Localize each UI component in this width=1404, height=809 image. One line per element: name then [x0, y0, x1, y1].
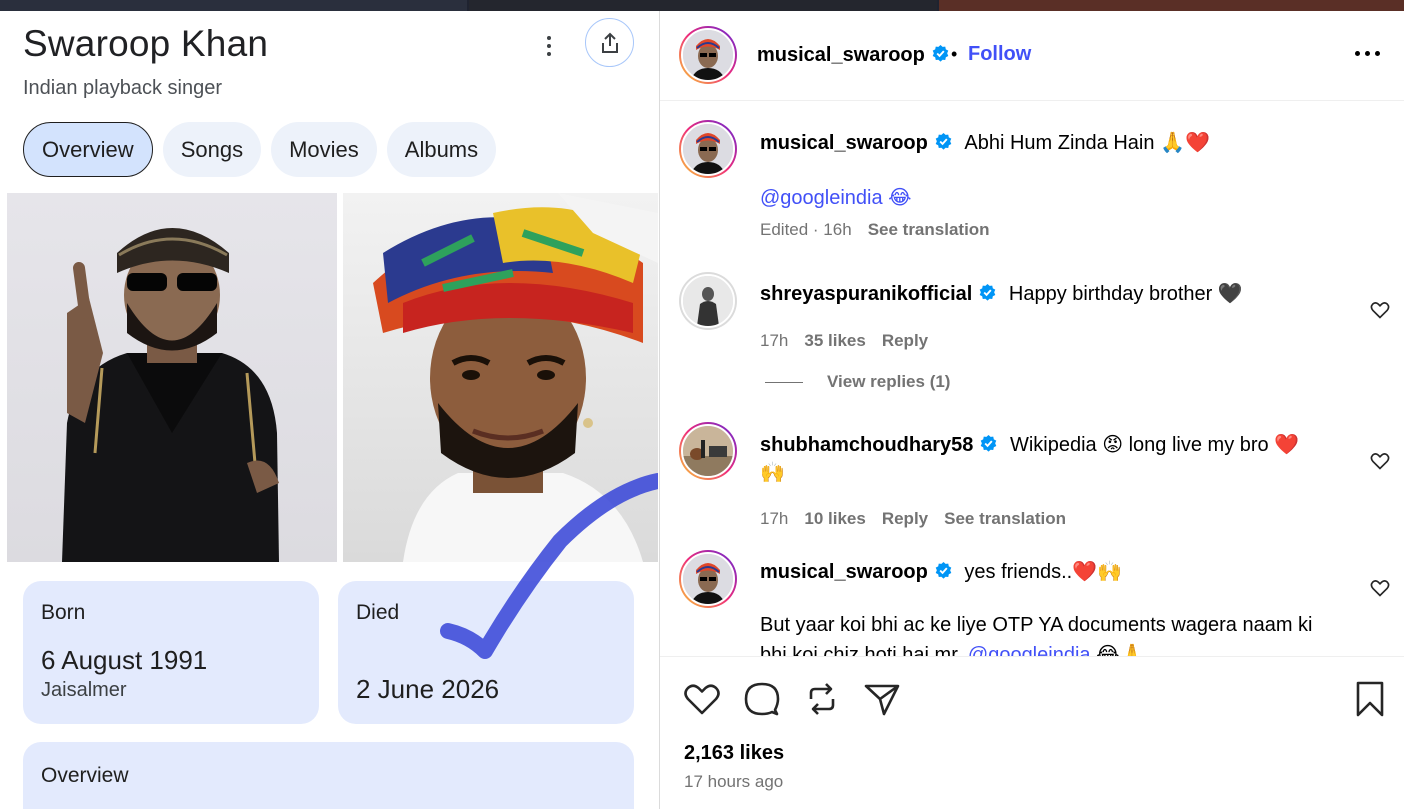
more-vert-icon[interactable] [536, 31, 562, 61]
view-replies-button[interactable]: View replies (1) [825, 372, 950, 392]
caption-text: musical_swaroop Abhi Hum Zinda Hain 🙏❤️ [760, 130, 1210, 155]
thumbnail-strip-1 [0, 0, 467, 11]
caption-avatar[interactable] [679, 120, 737, 178]
comment-text: musical_swaroop yes friends..❤️🙌 [760, 559, 1122, 584]
author-avatar[interactable] [679, 26, 737, 84]
comment-icon[interactable] [742, 679, 782, 719]
comment-avatar[interactable] [679, 422, 737, 480]
tab-songs[interactable]: Songs [162, 122, 262, 177]
comment-meta: 17h 35 likes Reply [760, 331, 928, 351]
comment-text: shubhamchoudhary58 Wikipedia 😡 long live… [760, 432, 1299, 457]
thumbnail-strip-3 [939, 0, 1404, 11]
born-card[interactable]: Born 6 August 1991 Jaisalmer [23, 581, 319, 724]
caption-meta: Edited · 16h See translation [760, 220, 990, 240]
comments-list[interactable]: musical_swaroop Abhi Hum Zinda Hain 🙏❤️ … [660, 102, 1404, 656]
singer-photo-2[interactable] [343, 193, 658, 562]
bookmark-icon[interactable] [1350, 679, 1390, 719]
comment-mention[interactable]: @googleindia [968, 644, 1091, 656]
header-username[interactable]: musical_swaroop [757, 44, 950, 67]
post-header: musical_swaroop • Follow [660, 11, 1404, 101]
comment-avatar[interactable] [679, 550, 737, 608]
comment-body-line2: 🙌 [760, 462, 785, 484]
comment-text: shreyaspuranikofficial Happy birthday br… [760, 281, 1243, 306]
thumbnail-strip-2 [469, 0, 937, 11]
caption-username[interactable]: musical_swaroop [760, 132, 928, 154]
see-translation-link[interactable]: See translation [868, 220, 990, 239]
heart-icon[interactable] [682, 679, 722, 719]
born-label: Born [41, 601, 86, 624]
browser-top-strip [0, 0, 1404, 11]
tab-movies[interactable]: Movies [271, 122, 377, 177]
died-card[interactable]: Died 2 June 2026 [338, 581, 634, 724]
like-comment-icon[interactable] [1370, 578, 1390, 598]
caption-body: Abhi Hum Zinda Hain 🙏❤️ [964, 132, 1210, 154]
comment-username[interactable]: musical_swaroop [760, 561, 928, 583]
like-comment-icon[interactable] [1370, 300, 1390, 320]
see-translation-link[interactable]: See translation [944, 509, 1066, 528]
comment-avatar[interactable] [679, 272, 737, 330]
comment-time: 17h [760, 331, 789, 350]
overview-label: Overview [41, 764, 129, 787]
tab-overview[interactable]: Overview [23, 122, 153, 177]
post-timestamp: 17 hours ago [684, 772, 784, 791]
share-icon [601, 32, 618, 53]
verified-icon [935, 561, 952, 579]
caption-mention[interactable]: @googleindia 😂 [760, 185, 912, 210]
singer-photo-1[interactable] [7, 193, 337, 562]
panel-tabs: Overview Songs Movies Albums [23, 122, 497, 177]
verified-icon [932, 44, 949, 62]
knowledge-panel: Swaroop Khan Indian playback singer Over… [0, 11, 658, 809]
died-date: 2 June 2026 [356, 674, 500, 704]
comment-body: yes friends..❤️🙌 [964, 561, 1123, 583]
comment-body-line2: But yaar koi bhi ac ke liye OTP YA docum… [760, 614, 1313, 636]
instagram-post: musical_swaroop • Follow musical_swaroop… [659, 11, 1404, 809]
overview-card[interactable]: Overview [23, 742, 634, 809]
comment-time: 17h [760, 509, 789, 528]
header-username-text: musical_swaroop [757, 44, 925, 66]
born-place: Jaisalmer [41, 679, 127, 701]
reply-button[interactable]: Reply [882, 509, 928, 528]
likes-count[interactable]: 2,163 likes [684, 742, 784, 765]
comment-body-line3-text: bhi koi chiz hoti hai mr. [760, 644, 963, 656]
panel-subtitle: Indian playback singer [23, 77, 223, 99]
reply-button[interactable]: Reply [882, 331, 928, 350]
died-label: Died [356, 601, 400, 624]
header-separator: • [951, 44, 958, 64]
comment-body: Wikipedia 😡 long live my bro ❤️ [1009, 434, 1300, 456]
repost-icon[interactable] [802, 679, 842, 719]
tab-albums[interactable]: Albums [386, 122, 497, 177]
comment-body-line3: bhi koi chiz hoti hai mr. @googleindia 😂… [760, 642, 1144, 656]
comment-body: Happy birthday brother 🖤 [1008, 283, 1243, 305]
born-date: 6 August 1991 [41, 645, 208, 675]
share-icon[interactable] [862, 679, 902, 719]
more-horizontal-icon[interactable] [1355, 51, 1381, 59]
comment-username[interactable]: shubhamchoudhary58 [760, 434, 973, 456]
follow-button[interactable]: Follow [968, 43, 1031, 66]
share-button[interactable] [585, 18, 634, 67]
panel-title: Swaroop Khan [23, 23, 269, 64]
caption-time: Edited · 16h [760, 220, 852, 239]
comment-likes[interactable]: 10 likes [804, 509, 865, 528]
post-actions: 2,163 likes 17 hours ago [660, 656, 1404, 809]
like-comment-icon[interactable] [1370, 451, 1390, 471]
comment-username[interactable]: shreyaspuranikofficial [760, 283, 972, 305]
verified-icon [980, 283, 996, 301]
comment-meta: 17h 10 likes Reply See translation [760, 509, 1066, 529]
verified-icon [981, 434, 997, 452]
verified-icon [935, 132, 952, 150]
comment-likes[interactable]: 35 likes [804, 331, 865, 350]
comment-body-line3-end: 😂🙏 [1096, 644, 1145, 656]
